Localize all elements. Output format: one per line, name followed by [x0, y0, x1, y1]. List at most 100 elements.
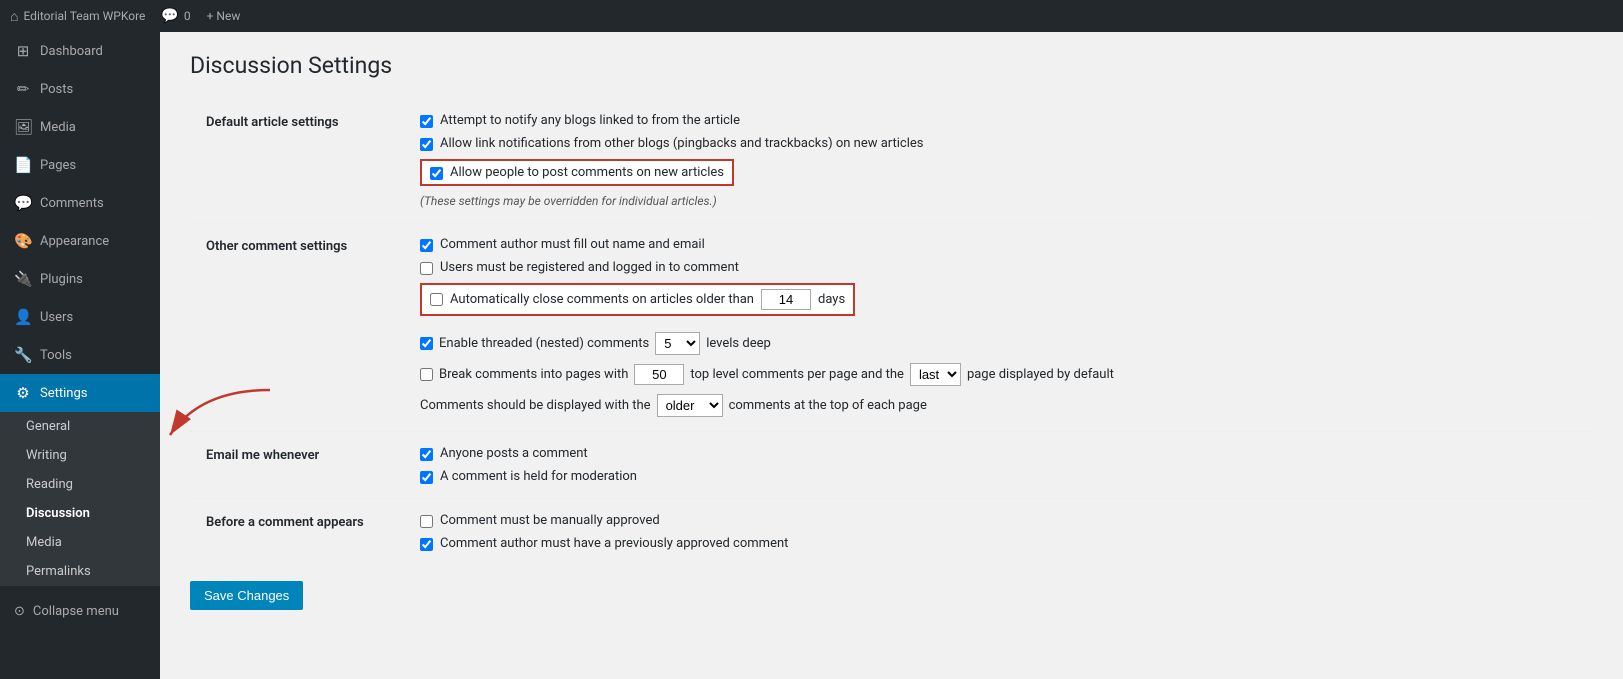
submenu-item-reading[interactable]: Reading	[0, 470, 160, 499]
author-name-email-checkbox[interactable]	[420, 239, 433, 252]
main-content: Discussion Settings Default article sett…	[160, 32, 1623, 679]
submenu-item-discussion[interactable]: Discussion	[0, 499, 160, 528]
section-content-before-comment: Comment must be manually approved Commen…	[410, 499, 1593, 566]
comments-count: 0	[184, 9, 191, 23]
held-moderation-checkbox[interactable]	[420, 471, 433, 484]
sidebar-item-label: Posts	[40, 82, 73, 97]
collapse-menu-button[interactable]: ⊙ Collapse menu	[0, 594, 160, 629]
sidebar-item-label: Tools	[40, 348, 72, 363]
sidebar: ⊞ Dashboard ✏ Posts 🖼 Media 📄 Pages 💬 Co…	[0, 32, 160, 679]
threaded-levels-suffix: levels deep	[706, 336, 771, 351]
submenu-item-general[interactable]: General	[0, 412, 160, 441]
manually-approved-checkbox[interactable]	[420, 515, 433, 528]
settings-icon: ⚙	[14, 384, 32, 402]
section-other-comment: Other comment settings Comment author mu…	[190, 223, 1593, 432]
site-name: Editorial Team WPKore	[23, 9, 145, 23]
submenu-item-writing[interactable]: Writing	[0, 441, 160, 470]
sidebar-item-label: Users	[40, 310, 73, 325]
sidebar-item-media[interactable]: 🖼 Media	[0, 108, 160, 146]
registered-logged-in-checkbox[interactable]	[420, 262, 433, 275]
section-label-email-me: Email me whenever	[190, 432, 410, 499]
anyone-posts-label[interactable]: Anyone posts a comment	[440, 446, 588, 461]
auto-close-checkbox[interactable]	[430, 293, 443, 306]
sidebar-item-users[interactable]: 👤 Users	[0, 298, 160, 336]
notify-blogs-label[interactable]: Attempt to notify any blogs linked to fr…	[440, 113, 740, 128]
sidebar-item-label: Settings	[40, 386, 87, 401]
checkbox-anyone-posts: Anyone posts a comment	[420, 446, 1577, 461]
auto-close-days-input[interactable]	[761, 289, 811, 310]
section-label-other-comment: Other comment settings	[190, 223, 410, 432]
registered-logged-in-label[interactable]: Users must be registered and logged in t…	[440, 260, 739, 275]
break-pages-checkbox[interactable]	[420, 368, 433, 381]
allow-pingbacks-checkbox[interactable]	[420, 138, 433, 151]
appearance-icon: 🎨	[14, 232, 32, 250]
previously-approved-label[interactable]: Comment author must have a previously ap…	[440, 536, 788, 551]
topbar-comments[interactable]: 💬 0	[161, 8, 190, 24]
display-order-select[interactable]: older newer	[657, 394, 723, 417]
section-content-other-comment: Comment author must fill out name and em…	[410, 223, 1593, 432]
allow-comments-label[interactable]: Allow people to post comments on new art…	[450, 165, 724, 180]
sidebar-item-label: Dashboard	[40, 44, 103, 59]
break-pages-suffix: page displayed by default	[967, 367, 1114, 382]
collapse-label: Collapse menu	[33, 604, 119, 619]
save-button[interactable]: Save Changes	[190, 581, 303, 610]
auto-close-label[interactable]: Automatically close comments on articles…	[450, 292, 754, 307]
section-before-comment: Before a comment appears Comment must be…	[190, 499, 1593, 566]
sidebar-item-settings[interactable]: ⚙ Settings ◀	[0, 374, 160, 412]
home-icon: ⌂	[10, 8, 18, 25]
tools-icon: 🔧	[14, 346, 32, 364]
sidebar-item-dashboard[interactable]: ⊞ Dashboard	[0, 32, 160, 70]
sidebar-item-appearance[interactable]: 🎨 Appearance	[0, 222, 160, 260]
media-icon: 🖼	[14, 118, 32, 136]
auto-close-row: Automatically close comments on articles…	[420, 283, 1577, 324]
checkbox-allow-comments-row: Allow people to post comments on new art…	[420, 159, 1577, 186]
submenu-item-permalinks[interactable]: Permalinks	[0, 557, 160, 586]
allow-comments-highlight: Allow people to post comments on new art…	[420, 159, 734, 186]
break-pages-order-select[interactable]: last first	[910, 363, 961, 386]
threaded-levels-select[interactable]: 5 2 3 4 6 7 8 9 10	[655, 332, 700, 355]
plugins-icon: 🔌	[14, 270, 32, 288]
section-label-before-comment: Before a comment appears	[190, 499, 410, 566]
sidebar-item-plugins[interactable]: 🔌 Plugins	[0, 260, 160, 298]
allow-pingbacks-label[interactable]: Allow link notifications from other blog…	[440, 136, 924, 151]
notify-blogs-checkbox[interactable]	[420, 115, 433, 128]
checkbox-held-moderation: A comment is held for moderation	[420, 469, 1577, 484]
auto-close-days-suffix: days	[818, 292, 845, 307]
section-label-default-article: Default article settings	[190, 99, 410, 223]
submenu-item-media[interactable]: Media	[0, 528, 160, 557]
override-note: (These settings may be overridden for in…	[420, 194, 1577, 208]
previously-approved-checkbox[interactable]	[420, 538, 433, 551]
posts-icon: ✏	[14, 80, 32, 98]
sidebar-item-pages[interactable]: 📄 Pages	[0, 146, 160, 184]
threaded-comments-checkbox[interactable]	[420, 337, 433, 350]
pages-icon: 📄	[14, 156, 32, 174]
checkbox-author-name-email: Comment author must fill out name and em…	[420, 237, 1577, 252]
threaded-comments-row: Enable threaded (nested) comments 5 2 3 …	[420, 332, 1577, 355]
collapse-icon: ⊙	[14, 604, 25, 619]
held-moderation-label[interactable]: A comment is held for moderation	[440, 469, 637, 484]
manually-approved-label[interactable]: Comment must be manually approved	[440, 513, 660, 528]
author-name-email-label[interactable]: Comment author must fill out name and em…	[440, 237, 705, 252]
threaded-comments-label[interactable]: Enable threaded (nested) comments	[439, 336, 649, 351]
topbar-home[interactable]: ⌂ Editorial Team WPKore	[10, 8, 145, 25]
break-pages-row: Break comments into pages with top level…	[420, 363, 1577, 386]
allow-comments-checkbox[interactable]	[430, 167, 443, 180]
topbar-new[interactable]: + New	[207, 9, 241, 23]
sidebar-item-comments[interactable]: 💬 Comments	[0, 184, 160, 222]
sidebar-item-posts[interactable]: ✏ Posts	[0, 70, 160, 108]
display-order-row: Comments should be displayed with the ol…	[420, 394, 1577, 417]
checkbox-manually-approved: Comment must be manually approved	[420, 513, 1577, 528]
comment-icon: 💬	[161, 8, 178, 24]
break-pages-label[interactable]: Break comments into pages with	[439, 367, 628, 382]
display-order-prefix: Comments should be displayed with the	[420, 398, 651, 413]
checkbox-previously-approved: Comment author must have a previously ap…	[420, 536, 1577, 551]
section-email-me: Email me whenever Anyone posts a comment…	[190, 432, 1593, 499]
topbar: ⌂ Editorial Team WPKore 💬 0 + New	[0, 0, 1623, 32]
anyone-posts-checkbox[interactable]	[420, 448, 433, 461]
users-icon: 👤	[14, 308, 32, 326]
settings-submenu: General Writing Reading Discussion Media…	[0, 412, 160, 586]
sidebar-item-label: Plugins	[40, 272, 83, 287]
sidebar-item-tools[interactable]: 🔧 Tools	[0, 336, 160, 374]
page-title: Discussion Settings	[190, 52, 1593, 79]
break-pages-count-input[interactable]	[634, 364, 684, 385]
